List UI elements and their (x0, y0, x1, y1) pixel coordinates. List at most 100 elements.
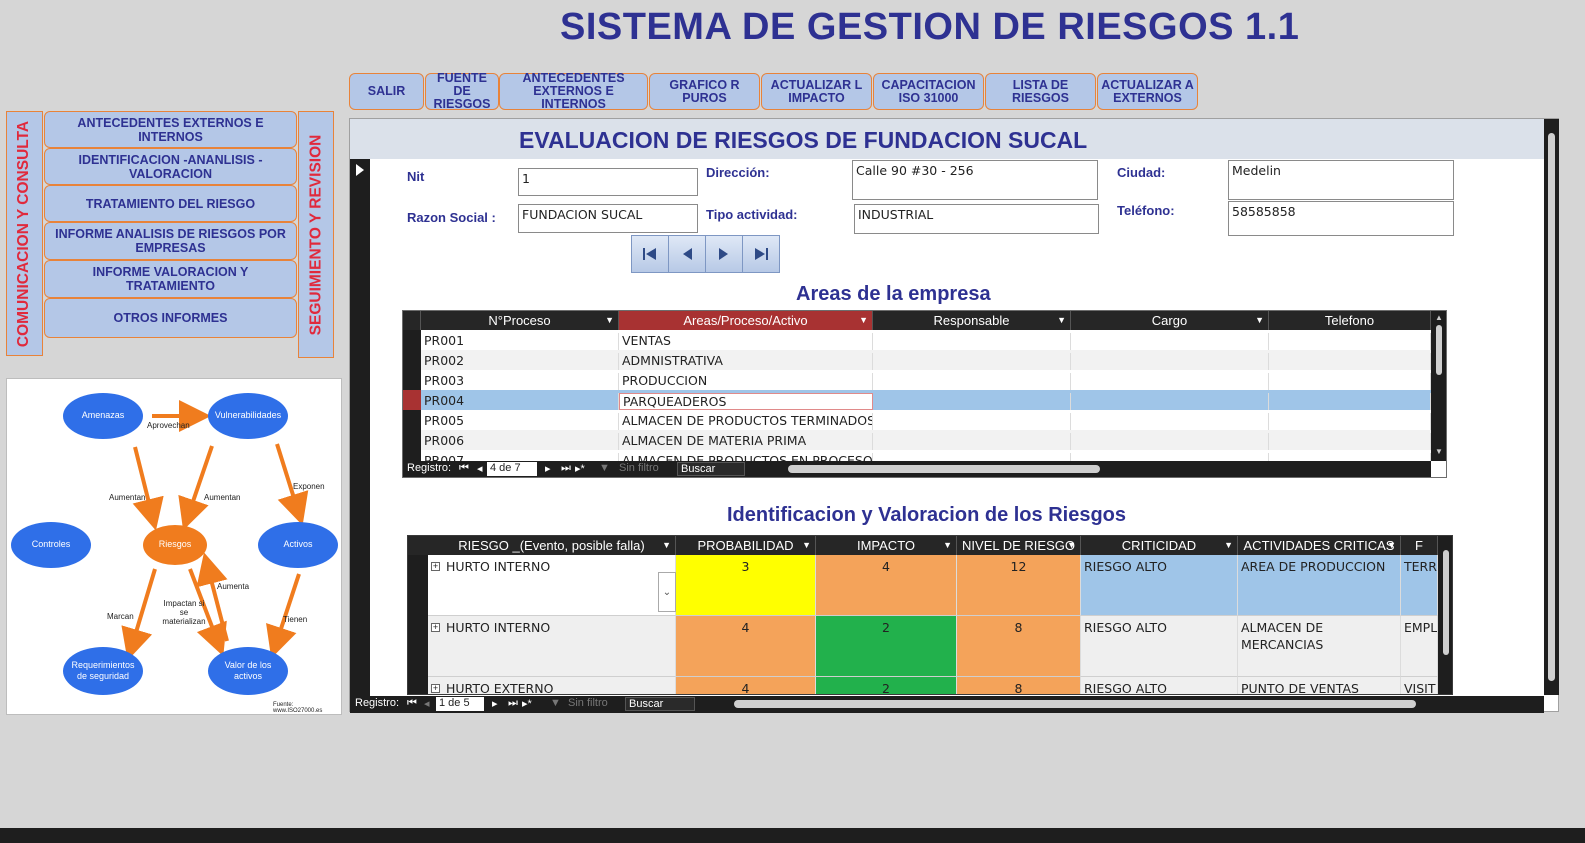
grafico-r-puros-button[interactable]: GRAFICO R PUROS (649, 73, 760, 110)
actualizar-l-impacto-button[interactable]: ACTUALIZAR L IMPACTO (761, 73, 872, 110)
riesgos-last-icon[interactable]: ⏭ (508, 697, 518, 710)
menu-informe-analisis[interactable]: INFORME ANALISIS DE RIESGOS POR EMPRESAS (44, 222, 297, 260)
riesgo-cell-riesgo[interactable]: HURTO INTERNO (428, 616, 676, 677)
expand-icon[interactable]: + (431, 562, 440, 571)
table-cell[interactable] (873, 433, 1071, 450)
actualizar-a-externos-button[interactable]: ACTUALIZAR A EXTERNOS (1097, 73, 1198, 110)
riesgos-new-icon[interactable]: ▸* (522, 697, 532, 710)
riesgo-cell-criticidad[interactable]: RIESGO ALTO (1081, 677, 1238, 694)
riesgo-cell-actividad[interactable]: AREA DE PRODUCCION (1238, 555, 1401, 616)
table-cell[interactable]: PR001 (421, 333, 619, 350)
riesgo-cell-f[interactable]: TERR (1401, 555, 1438, 616)
col-actividades-criticas[interactable]: ACTIVIDADES CRITICAS ▼ (1238, 536, 1401, 555)
first-record-icon[interactable] (631, 235, 669, 273)
nit-field[interactable]: 1 (518, 168, 698, 196)
table-cell[interactable] (1071, 413, 1269, 430)
menu-tratamiento[interactable]: TRATAMIENTO DEL RIESGO (44, 185, 297, 222)
select-all-corner[interactable] (403, 311, 421, 330)
table-cell[interactable] (873, 413, 1071, 430)
razon-social-field[interactable]: FUNDACION SUCAL (518, 204, 698, 233)
previous-record-icon[interactable] (668, 235, 706, 273)
areas-vertical-scrollbar[interactable]: ▲ ▼ (1431, 311, 1446, 461)
table-cell[interactable] (873, 353, 1071, 370)
riesgos-select-all[interactable] (408, 536, 428, 555)
areas-horizontal-scrollbar[interactable] (788, 465, 1100, 473)
areas-prev-icon[interactable]: ◂ (477, 462, 483, 475)
col-nproceso[interactable]: N°Proceso ▼ (421, 311, 619, 330)
telefono-field[interactable]: 58585858 (1228, 201, 1454, 236)
col-riesgo[interactable]: RIESGO _(Evento, posible falla) ▼ (428, 536, 676, 555)
riesgo-cell-impacto[interactable]: 4 (816, 555, 957, 616)
table-cell[interactable] (1269, 413, 1431, 430)
table-cell[interactable]: ALMACEN DE PRODUCTOS TERMINADOS (619, 413, 873, 430)
riesgo-cell-riesgo[interactable]: HURTO EXTERNO (428, 677, 676, 694)
salir-button[interactable]: SALIR (349, 73, 424, 110)
table-cell[interactable] (1269, 433, 1431, 450)
col-areas[interactable]: Areas/Proceso/Activo ▼ (619, 311, 873, 330)
riesgos-horizontal-scrollbar[interactable] (734, 700, 1416, 708)
areas-first-icon[interactable]: ⏮ (459, 462, 469, 475)
riesgo-cell-impacto[interactable]: 2 (816, 616, 957, 677)
menu-identificacion[interactable]: IDENTIFICACION -ANANLISIS - VALORACION (44, 148, 297, 185)
next-record-icon[interactable] (705, 235, 743, 273)
col-nivel-riesgo[interactable]: NIVEL DE RIESGO ▼ (957, 536, 1081, 555)
menu-otros-informes[interactable]: OTROS INFORMES (44, 298, 297, 338)
table-cell[interactable] (873, 393, 1071, 410)
riesgos-vertical-scrollbar[interactable] (1438, 536, 1452, 694)
table-cell[interactable] (1071, 393, 1269, 410)
table-cell[interactable] (873, 373, 1071, 390)
areas-last-icon[interactable]: ⏭ (561, 462, 571, 475)
tipo-actividad-field[interactable]: INDUSTRIAL (854, 204, 1099, 234)
riesgo-cell-nivel[interactable]: 8 (957, 677, 1081, 694)
riesgo-cell-actividad[interactable]: PUNTO DE VENTAS (1238, 677, 1401, 694)
col-responsable[interactable]: Responsable ▼ (873, 311, 1071, 330)
riesgo-dropdown-icon[interactable]: ⌄ (658, 572, 676, 612)
riesgo-cell-f[interactable]: VISIT (1401, 677, 1438, 694)
menu-antecedentes[interactable]: ANTECEDENTES EXTERNOS E INTERNOS (44, 111, 297, 148)
menu-informe-valoracion[interactable]: INFORME VALORACION Y TRATAMIENTO (44, 260, 297, 298)
table-cell[interactable] (1071, 333, 1269, 350)
expand-icon[interactable]: + (431, 684, 440, 693)
areas-search-box[interactable]: Buscar (677, 462, 745, 476)
record-selector[interactable] (350, 159, 370, 696)
form-vertical-scrollbar[interactable] (1544, 119, 1559, 695)
riesgo-cell-impacto[interactable]: 2 (816, 677, 957, 694)
riesgo-cell-riesgo[interactable]: HURTO INTERNO (428, 555, 676, 616)
table-cell[interactable]: PR003 (421, 373, 619, 390)
lista-de-riesgos-button[interactable]: LISTA DE RIESGOS (985, 73, 1096, 110)
table-cell[interactable] (873, 333, 1071, 350)
table-cell[interactable]: PARQUEADEROS (619, 393, 873, 410)
table-cell[interactable]: PR006 (421, 433, 619, 450)
expand-icon[interactable]: + (431, 623, 440, 632)
direccion-field[interactable]: Calle 90 #30 - 256 (852, 160, 1098, 200)
riesgos-record-position[interactable]: 1 de 5 (436, 697, 484, 711)
riesgo-cell-actividad[interactable]: ALMACEN DE MERCANCIAS (1238, 616, 1401, 677)
riesgos-first-icon[interactable]: ⏮ (407, 697, 417, 710)
col-criticidad[interactable]: CRITICIDAD ▼ (1081, 536, 1238, 555)
col-probabilidad[interactable]: PROBABILIDAD ▼ (676, 536, 816, 555)
table-cell[interactable]: ADMNISTRATIVA (619, 353, 873, 370)
riesgo-cell-criticidad[interactable]: RIESGO ALTO (1081, 616, 1238, 677)
riesgo-cell-nivel[interactable]: 8 (957, 616, 1081, 677)
col-f[interactable]: F (1401, 536, 1438, 555)
riesgos-filter-icon[interactable]: ▼ (550, 697, 561, 709)
col-impacto[interactable]: IMPACTO ▼ (816, 536, 957, 555)
areas-new-icon[interactable]: ▸* (575, 462, 585, 475)
fuente-de-riesgos-button[interactable]: FUENTE DE RIESGOS (425, 72, 499, 111)
riesgo-cell-prob[interactable]: 3 (676, 555, 816, 616)
riesgo-cell-f[interactable]: EMPL (1401, 616, 1438, 677)
capacitacion-iso-button[interactable]: CAPACITACION ISO 31000 (873, 73, 984, 110)
table-cell[interactable]: PR002 (421, 353, 619, 370)
table-cell[interactable] (1071, 373, 1269, 390)
areas-next-icon[interactable]: ▸ (545, 462, 551, 475)
table-cell[interactable] (1269, 333, 1431, 350)
table-cell[interactable] (1269, 373, 1431, 390)
riesgo-cell-criticidad[interactable]: RIESGO ALTO (1081, 555, 1238, 616)
riesgo-cell-prob[interactable]: 4 (676, 616, 816, 677)
table-cell[interactable] (1071, 433, 1269, 450)
table-cell[interactable]: ALMACEN DE MATERIA PRIMA (619, 433, 873, 450)
col-telefono[interactable]: Telefono (1269, 311, 1431, 330)
col-cargo[interactable]: Cargo ▼ (1071, 311, 1269, 330)
filter-icon[interactable]: ▼ (599, 462, 610, 474)
table-cell[interactable]: VENTAS (619, 333, 873, 350)
